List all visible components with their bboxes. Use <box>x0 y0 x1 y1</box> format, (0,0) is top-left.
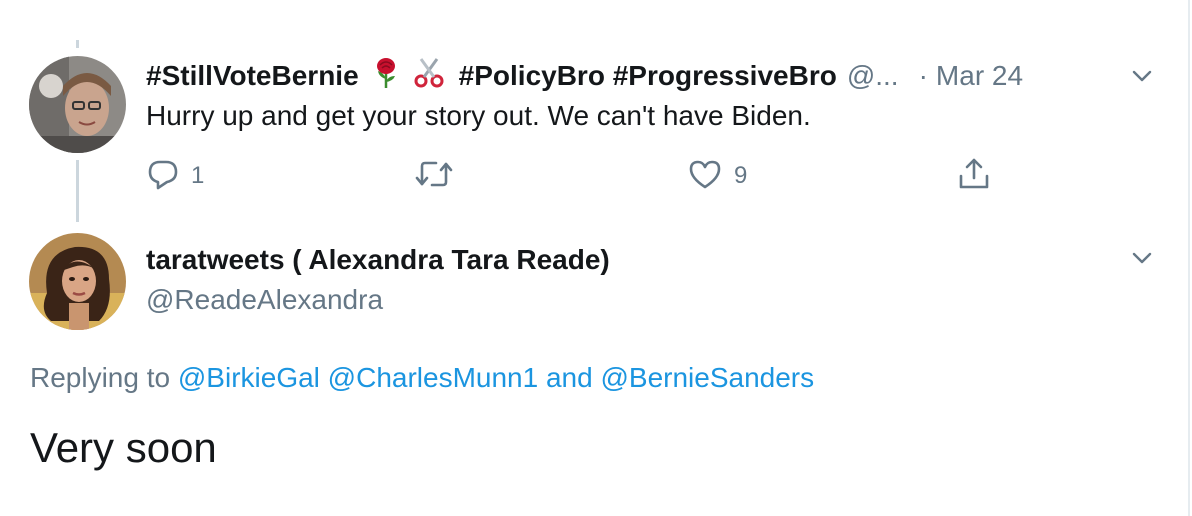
main-handle[interactable]: @ReadeAlexandra <box>146 284 383 316</box>
replying-to-line: Replying to @BirkieGal @CharlesMunn1 and… <box>30 362 814 394</box>
parent-handle[interactable]: @... <box>847 60 899 92</box>
mention-link-berniesanders[interactable]: @BernieSanders <box>600 362 814 393</box>
mention-link-birkiegal[interactable]: @BirkieGal <box>178 362 320 393</box>
mention-link-charlesmunn1[interactable]: @CharlesMunn1 <box>328 362 539 393</box>
main-display-name[interactable]: taratweets ( Alexandra Tara Reade) <box>146 244 610 276</box>
parent-tweet-text: Hurry up and get your story out. We can'… <box>146 100 811 131</box>
parent-tweet-date[interactable]: Mar 24 <box>936 60 1023 92</box>
chevron-down-icon[interactable] <box>1128 62 1156 90</box>
parent-name-tags[interactable]: #PolicyBro #ProgressiveBro <box>459 60 837 92</box>
header-separator: · <box>918 60 928 91</box>
share-icon <box>956 156 992 197</box>
replying-and[interactable]: and <box>546 362 593 393</box>
scissors-emoji <box>413 57 445 96</box>
like-button[interactable]: 9 <box>688 158 747 194</box>
reply-button[interactable]: 1 <box>147 158 204 194</box>
main-tweet-avatar[interactable] <box>29 233 126 330</box>
replying-prefix: Replying to <box>30 362 171 393</box>
parent-display-name[interactable]: #StillVoteBernie <box>146 60 359 92</box>
retweet-button[interactable] <box>414 158 466 194</box>
reply-count: 1 <box>191 162 205 189</box>
thread-line-top <box>76 40 79 48</box>
main-tweet-text: Very soon <box>30 424 217 471</box>
share-button[interactable] <box>956 158 992 194</box>
like-count: 9 <box>734 162 748 189</box>
reply-icon <box>147 158 179 195</box>
rose-emoji <box>373 57 399 96</box>
chevron-down-icon[interactable] <box>1128 244 1156 272</box>
retweet-icon <box>414 158 454 195</box>
thread-connector-line <box>76 160 79 222</box>
timeline-right-border <box>1188 0 1190 516</box>
heart-icon <box>688 158 722 195</box>
parent-tweet-avatar[interactable] <box>29 56 126 153</box>
parent-tweet-header: #StillVoteBernie #PolicyBro #Progressive… <box>146 56 1023 96</box>
